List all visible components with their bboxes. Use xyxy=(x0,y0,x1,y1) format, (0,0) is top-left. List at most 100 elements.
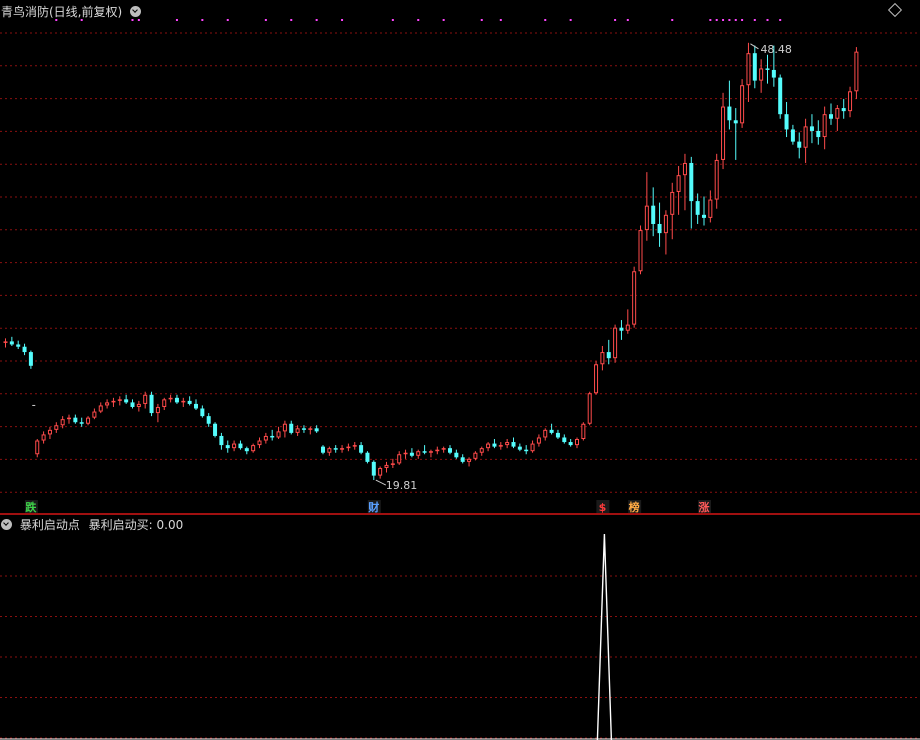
top-marker xyxy=(753,19,756,21)
candle-body xyxy=(3,341,8,343)
signal-text: 榜 xyxy=(629,500,640,514)
signal-text: 涨 xyxy=(699,500,710,514)
candle xyxy=(524,445,529,455)
top-marker xyxy=(442,19,445,21)
candle xyxy=(517,443,522,452)
candle-body xyxy=(562,437,567,443)
top-marker xyxy=(709,19,712,21)
candle xyxy=(778,74,783,119)
candle xyxy=(187,396,192,406)
top-marker xyxy=(315,19,318,21)
candle xyxy=(130,399,135,409)
candle-body xyxy=(708,199,713,218)
candle-body xyxy=(670,191,675,215)
candle xyxy=(359,442,364,455)
candle xyxy=(117,396,122,406)
candle xyxy=(73,414,78,424)
candle-body xyxy=(384,464,389,468)
candle xyxy=(181,397,186,407)
candle xyxy=(568,439,573,447)
candle xyxy=(702,196,706,226)
candle xyxy=(790,124,795,145)
candle xyxy=(657,202,662,247)
candle-body xyxy=(568,442,573,446)
candle-body xyxy=(803,126,808,148)
top-marker xyxy=(715,19,718,21)
candle xyxy=(682,153,687,211)
candle-body xyxy=(168,397,173,400)
candle xyxy=(282,420,287,438)
candle xyxy=(41,431,46,444)
signal-labels: 跌 财 $ 榜 涨 xyxy=(24,500,711,514)
candle-body xyxy=(498,445,503,447)
candle-body xyxy=(543,429,548,438)
candle-body xyxy=(346,446,351,449)
candle-body xyxy=(327,448,332,453)
candle xyxy=(340,445,345,453)
candle-body xyxy=(511,442,516,447)
candle xyxy=(289,420,294,435)
candle xyxy=(740,79,745,128)
top-marker xyxy=(341,19,344,21)
candle xyxy=(155,403,160,423)
candle xyxy=(67,414,71,424)
candle-body xyxy=(416,451,421,456)
candle-body xyxy=(524,449,529,452)
candle-body xyxy=(555,432,560,438)
candle xyxy=(86,416,91,426)
candle-body xyxy=(111,400,116,403)
candle-body xyxy=(486,443,491,449)
indicator-spike xyxy=(596,533,613,740)
collapse-circle-icon[interactable] xyxy=(1,519,12,530)
candle-body xyxy=(619,327,624,331)
candle xyxy=(111,397,116,407)
signal-label: $ xyxy=(596,500,610,514)
candle-body xyxy=(308,428,313,430)
candle-body xyxy=(663,214,668,234)
candle-body xyxy=(403,452,408,455)
candle xyxy=(352,442,357,450)
candle-body xyxy=(473,452,478,459)
candle-body xyxy=(359,445,364,453)
candle-body xyxy=(73,417,78,423)
collapse-circle-icon[interactable] xyxy=(130,6,142,17)
candle-body xyxy=(225,445,230,449)
top-marker xyxy=(722,19,725,21)
candle xyxy=(238,440,243,450)
candle-body xyxy=(854,51,859,92)
signal-text: 财 xyxy=(367,500,379,514)
candle-body xyxy=(682,162,687,176)
candle-body xyxy=(549,429,554,433)
candle-body xyxy=(174,397,179,403)
candle-body xyxy=(454,452,459,458)
candle-body xyxy=(98,405,103,412)
candle xyxy=(829,103,833,125)
candle xyxy=(397,451,402,465)
candle-body xyxy=(848,91,853,112)
candle xyxy=(638,225,643,275)
candle-body xyxy=(594,364,599,394)
candle xyxy=(384,461,389,473)
top-marker xyxy=(728,19,731,21)
candle-body xyxy=(809,126,814,131)
candle-body xyxy=(695,201,700,215)
candle-body xyxy=(282,423,287,432)
candle-body xyxy=(721,106,726,160)
indicator-gridlines xyxy=(0,575,920,739)
candle xyxy=(378,466,383,479)
candle xyxy=(54,422,59,433)
candle xyxy=(841,98,846,119)
signal-text: $ xyxy=(599,501,607,514)
candle-body xyxy=(816,130,821,138)
candle xyxy=(848,86,853,118)
candle xyxy=(251,443,256,453)
candle xyxy=(149,391,154,417)
price-labels: 48.48 19.81 xyxy=(32,43,792,492)
candle-body xyxy=(289,423,294,433)
candle xyxy=(168,394,173,403)
candle xyxy=(733,108,738,160)
candle xyxy=(105,399,110,409)
candle xyxy=(486,442,491,452)
candle xyxy=(79,417,84,427)
candle-body xyxy=(340,448,345,450)
